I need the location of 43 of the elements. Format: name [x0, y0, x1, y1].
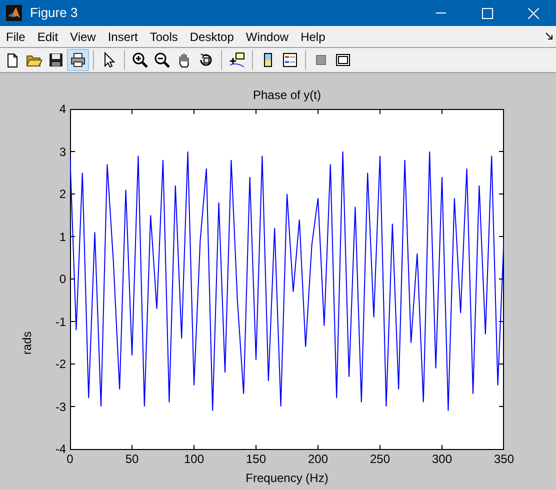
y-tick-label: 0	[59, 273, 66, 285]
y-tick-label: 1	[59, 230, 66, 242]
menu-item[interactable]: File	[0, 26, 32, 47]
y-tick-label: 4	[59, 103, 66, 115]
x-tick-label: 0	[66, 453, 74, 465]
close-icon	[528, 8, 538, 18]
y-tick-label: -2	[55, 358, 66, 370]
menu-item[interactable]: Insert	[102, 26, 144, 47]
data-cursor-icon	[229, 52, 245, 68]
menu-item[interactable]: Help	[294, 26, 332, 47]
x-axis-label: Frequency (Hz)	[244, 470, 330, 487]
x-tick-label: 150	[246, 453, 266, 465]
menu-item[interactable]: Window	[240, 26, 295, 47]
y-axis-label: rads	[19, 331, 35, 355]
save-icon	[48, 52, 64, 68]
x-tick-label: 50	[125, 453, 139, 465]
legend-icon	[282, 52, 298, 68]
plot-title: Phase of y(t)	[252, 87, 322, 104]
menu-item[interactable]: Desktop	[184, 26, 240, 47]
y-tick-label: -3	[55, 400, 66, 412]
menu-item[interactable]: Tools	[144, 26, 184, 47]
x-tick-label: 350	[494, 453, 514, 465]
x-tick-label: 100	[184, 453, 204, 465]
maximize-icon	[482, 8, 492, 18]
x-tick-label: 300	[432, 453, 452, 465]
window-title: Figure 3	[30, 4, 78, 22]
print-button[interactable]	[67, 49, 89, 71]
x-tick-label: 250	[370, 453, 390, 465]
print-icon	[70, 52, 86, 68]
menu-item[interactable]: View	[64, 26, 102, 47]
dock-arrow-icon[interactable]	[545, 32, 553, 40]
window-frame-icon	[335, 52, 351, 68]
zoom-in-icon	[132, 52, 148, 68]
menu-item[interactable]: Edit	[31, 26, 64, 47]
y-tick-label: 3	[59, 146, 66, 158]
rotate-icon	[198, 52, 214, 68]
app-logo-icon	[6, 5, 22, 21]
filled-square-icon	[313, 52, 329, 68]
y-tick-label: -1	[55, 316, 66, 328]
y-tick-label: 2	[59, 188, 66, 200]
y-tick-label: -4	[55, 443, 66, 455]
zoom-out-icon	[154, 52, 170, 68]
x-tick-label: 200	[308, 453, 328, 465]
